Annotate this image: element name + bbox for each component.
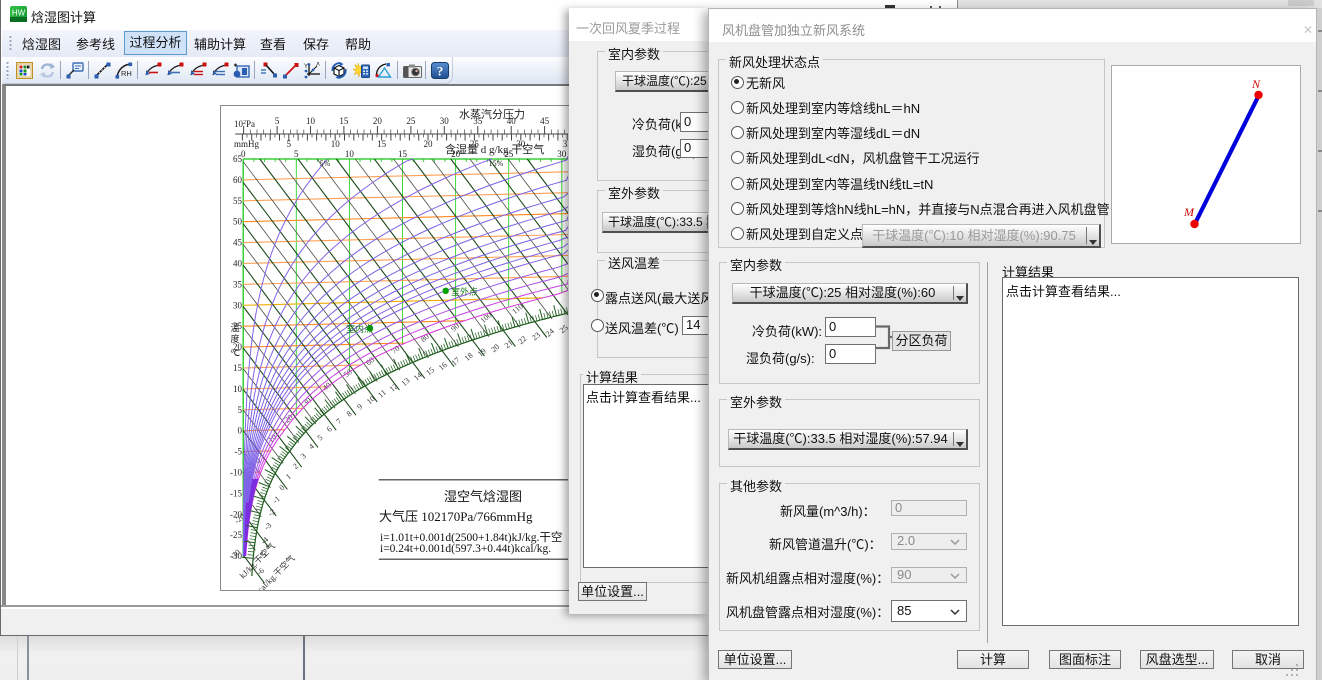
svg-text:55: 55 bbox=[233, 196, 243, 206]
svg-text:10: 10 bbox=[345, 149, 355, 159]
svg-text:25: 25 bbox=[504, 149, 514, 159]
svg-text:5: 5 bbox=[275, 116, 280, 126]
svg-text:mmHg: mmHg bbox=[234, 139, 260, 149]
svg-text:15: 15 bbox=[398, 149, 408, 159]
svg-text:10: 10 bbox=[306, 116, 316, 126]
svg-text:室外点: 室外点 bbox=[451, 286, 478, 297]
svg-text:30: 30 bbox=[233, 300, 243, 310]
svg-text:60: 60 bbox=[233, 175, 243, 185]
svg-text:M: M bbox=[1183, 205, 1195, 219]
svg-text:11: 11 bbox=[376, 388, 388, 400]
svg-text:13: 13 bbox=[400, 376, 412, 388]
svg-text:35: 35 bbox=[563, 139, 568, 149]
svg-text:18: 18 bbox=[463, 351, 475, 363]
svg-text:5: 5 bbox=[287, 139, 292, 149]
svg-text:19: 19 bbox=[476, 346, 488, 358]
svg-text:110: 110 bbox=[510, 302, 525, 316]
svg-text:15: 15 bbox=[339, 116, 349, 126]
svg-text:-2: -2 bbox=[266, 507, 277, 518]
svg-text:20: 20 bbox=[424, 139, 434, 149]
svg-text:X: X bbox=[316, 62, 320, 68]
svg-text:-10: -10 bbox=[230, 468, 242, 478]
svg-text:5%: 5% bbox=[320, 159, 331, 168]
svg-text:3: 3 bbox=[299, 451, 308, 460]
svg-text:1: 1 bbox=[284, 472, 293, 481]
svg-text:40: 40 bbox=[233, 259, 243, 269]
svg-text:i=1.01t+0.001d(2500+1.84t)kJ/k: i=1.01t+0.001d(2500+1.84t)kJ/kg.干空 bbox=[380, 530, 562, 544]
svg-text:50: 50 bbox=[233, 217, 243, 227]
svg-text:Y: Y bbox=[304, 64, 308, 70]
svg-text:10: 10 bbox=[233, 384, 243, 394]
svg-text:45: 45 bbox=[540, 116, 550, 126]
svg-text:-5: -5 bbox=[235, 447, 243, 457]
svg-text:0: 0 bbox=[278, 483, 287, 492]
svg-text:17: 17 bbox=[450, 355, 462, 367]
svg-text:65: 65 bbox=[233, 154, 243, 164]
svg-text:5: 5 bbox=[294, 149, 299, 159]
svg-text:室内点: 室内点 bbox=[346, 323, 373, 334]
svg-text:5: 5 bbox=[238, 405, 243, 415]
svg-text:-1: -1 bbox=[271, 494, 282, 505]
svg-text:-15: -15 bbox=[230, 488, 242, 498]
svg-text:45: 45 bbox=[233, 238, 243, 248]
svg-text:12: 12 bbox=[388, 382, 400, 394]
svg-text:7: 7 bbox=[335, 417, 344, 426]
svg-text:5: 5 bbox=[316, 433, 325, 442]
svg-text:N: N bbox=[1251, 77, 1261, 91]
svg-text:15: 15 bbox=[424, 365, 436, 377]
svg-text:20: 20 bbox=[451, 149, 461, 159]
svg-text:16: 16 bbox=[437, 360, 449, 372]
svg-text:23: 23 bbox=[530, 330, 542, 342]
svg-text:14: 14 bbox=[412, 370, 424, 382]
svg-text:21: 21 bbox=[503, 338, 515, 350]
svg-text:102Pa: 102Pa bbox=[234, 119, 255, 129]
svg-text:-3: -3 bbox=[262, 521, 273, 532]
svg-text:35: 35 bbox=[233, 279, 243, 289]
svg-text:30: 30 bbox=[557, 149, 567, 159]
svg-text:25: 25 bbox=[406, 116, 416, 126]
svg-text:20: 20 bbox=[489, 342, 501, 354]
svg-text:HW: HW bbox=[12, 9, 26, 18]
svg-text:15%: 15% bbox=[489, 159, 504, 168]
svg-text:RH: RH bbox=[121, 69, 132, 78]
svg-text:大气压 102170Pa/766mmHg: 大气压 102170Pa/766mmHg bbox=[379, 509, 533, 524]
svg-text:-25: -25 bbox=[230, 530, 242, 540]
svg-text:30: 30 bbox=[440, 116, 450, 126]
svg-text:20: 20 bbox=[373, 116, 383, 126]
svg-text:15: 15 bbox=[233, 363, 243, 373]
svg-text:湿空气焓湿图: 湿空气焓湿图 bbox=[444, 489, 522, 504]
svg-text:水蒸汽分压力: 水蒸汽分压力 bbox=[459, 107, 525, 121]
svg-text:22: 22 bbox=[516, 334, 528, 346]
svg-text:15: 15 bbox=[377, 139, 387, 149]
svg-text:9: 9 bbox=[355, 402, 364, 411]
svg-text:10: 10 bbox=[365, 394, 377, 406]
svg-text:i=0.24t+0.001d(597.3+0.44t)kca: i=0.24t+0.001d(597.3+0.44t)kcal/kg. bbox=[380, 543, 551, 555]
svg-text:温度℃: 温度℃ bbox=[230, 323, 240, 358]
svg-text:?: ? bbox=[437, 64, 444, 79]
svg-text:25: 25 bbox=[558, 323, 568, 335]
svg-text:10: 10 bbox=[331, 139, 341, 149]
svg-text:0: 0 bbox=[238, 426, 243, 436]
